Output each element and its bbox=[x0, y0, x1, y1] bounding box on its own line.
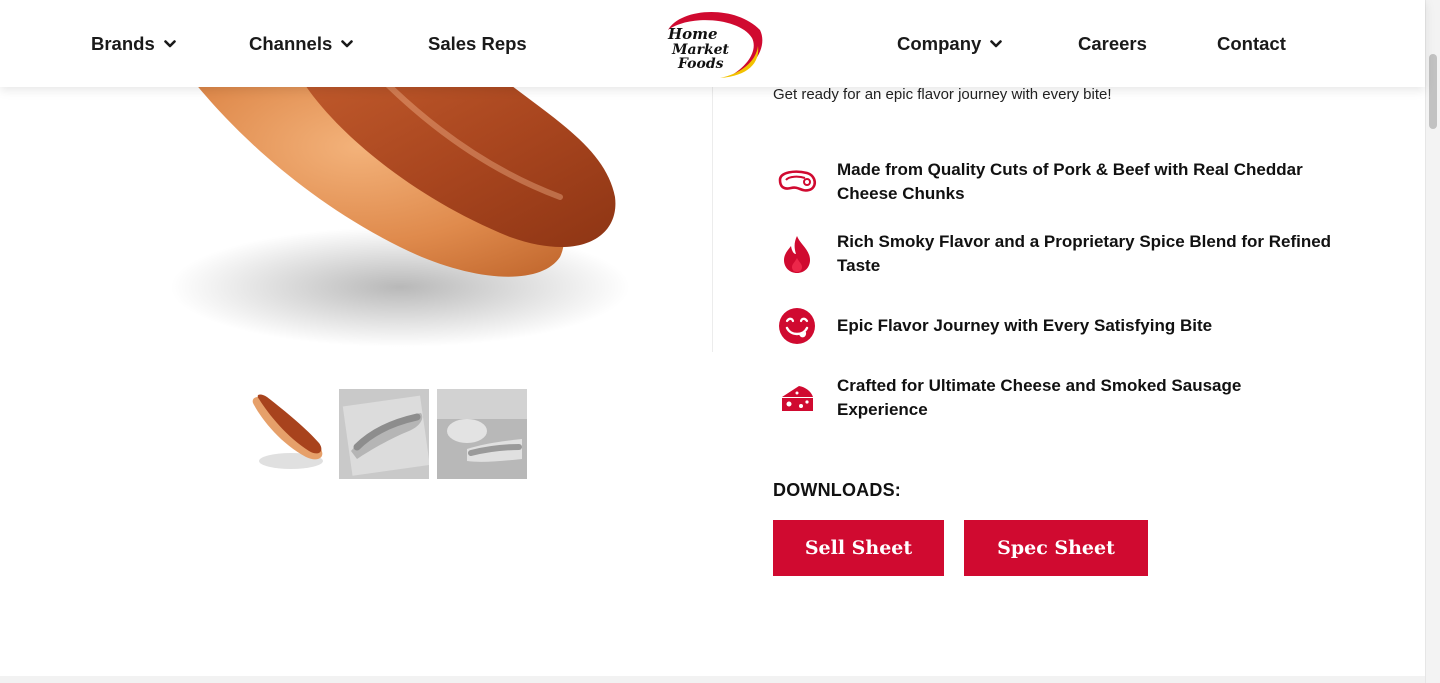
nav-contact[interactable]: Contact bbox=[1217, 33, 1286, 55]
chevron-down-icon bbox=[341, 40, 354, 48]
product-subtitle: Get ready for an epic flavor journey wit… bbox=[773, 86, 1112, 103]
downloads-heading: DOWNLOADS: bbox=[773, 480, 901, 500]
steak-icon bbox=[773, 158, 821, 206]
feature-text: Epic Flavor Journey with Every Satisfyin… bbox=[837, 316, 1213, 335]
flame-icon bbox=[773, 230, 821, 278]
nav-company[interactable]: Company bbox=[897, 33, 1003, 55]
chevron-down-icon bbox=[990, 40, 1003, 48]
hot-dog-plate-thumbnail[interactable] bbox=[437, 389, 527, 479]
feature-text: Rich Smoky Flavor and a Proprietary Spic… bbox=[837, 232, 1332, 275]
logo-text-foods: Foods bbox=[677, 56, 724, 72]
feature-item: Rich Smoky Flavor and a Proprietary Spic… bbox=[773, 230, 1333, 278]
nav-channels-label: Channels bbox=[249, 33, 333, 54]
home-market-foods-logo[interactable]: Home Market Foods bbox=[660, 8, 766, 80]
content-divider bbox=[712, 87, 713, 352]
scrollbar-thumb[interactable] bbox=[1429, 54, 1437, 129]
section-footer-band bbox=[0, 676, 1425, 683]
hot-dog-thumbnail[interactable] bbox=[241, 389, 331, 479]
feature-item: Epic Flavor Journey with Every Satisfyin… bbox=[773, 302, 1333, 350]
feature-item: Made from Quality Cuts of Pork & Beef wi… bbox=[773, 158, 1333, 206]
logo-text-home: Home bbox=[667, 25, 718, 43]
product-main-image[interactable] bbox=[0, 87, 712, 357]
feature-item: Crafted for Ultimate Cheese and Smoked S… bbox=[773, 374, 1333, 422]
nav-sales-reps-label: Sales Reps bbox=[428, 33, 527, 54]
nav-channels[interactable]: Channels bbox=[249, 33, 354, 55]
nav-company-label: Company bbox=[897, 33, 982, 54]
product-thumbnails bbox=[241, 389, 527, 479]
nav-careers[interactable]: Careers bbox=[1078, 33, 1147, 55]
nav-careers-label: Careers bbox=[1078, 33, 1147, 54]
hot-dog-tray-thumbnail[interactable] bbox=[339, 389, 429, 479]
feature-text: Crafted for Ultimate Cheese and Smoked S… bbox=[837, 376, 1242, 419]
chevron-down-icon bbox=[163, 40, 176, 48]
site-header: Brands Channels Sales Reps Home Market F… bbox=[0, 0, 1425, 87]
nav-sales-reps[interactable]: Sales Reps bbox=[428, 33, 527, 55]
nav-brands[interactable]: Brands bbox=[91, 33, 176, 55]
spec-sheet-button[interactable]: Spec Sheet bbox=[964, 520, 1148, 576]
sell-sheet-button[interactable]: Sell Sheet bbox=[773, 520, 944, 576]
cheese-icon bbox=[773, 374, 821, 422]
nav-brands-label: Brands bbox=[91, 33, 155, 54]
nav-contact-label: Contact bbox=[1217, 33, 1286, 54]
tongue-smile-icon bbox=[773, 302, 821, 350]
feature-text: Made from Quality Cuts of Pork & Beef wi… bbox=[837, 160, 1303, 203]
